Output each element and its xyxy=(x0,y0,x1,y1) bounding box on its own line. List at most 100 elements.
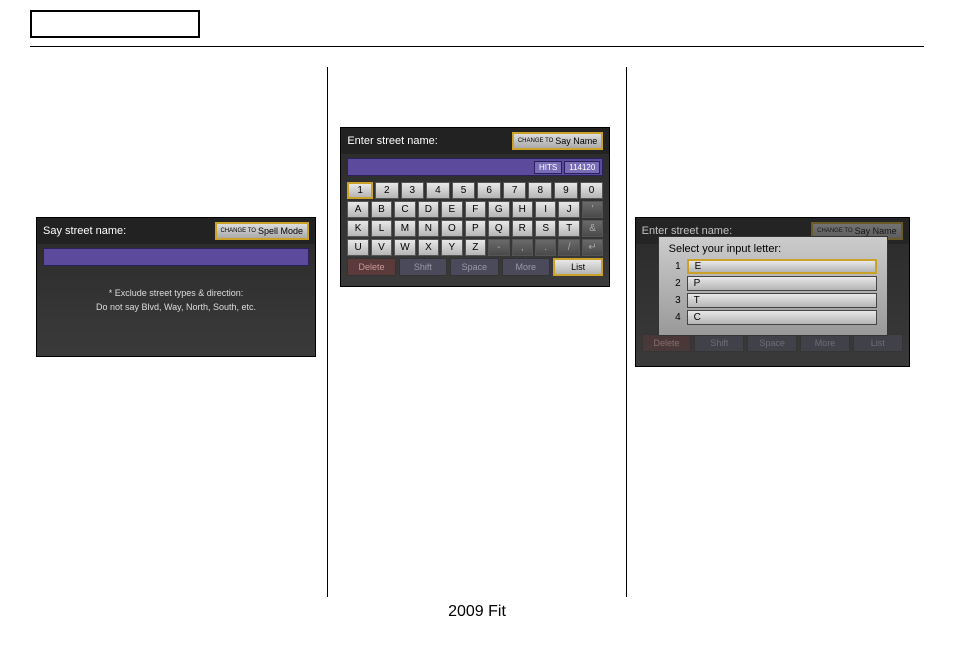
key-9[interactable]: 9 xyxy=(554,182,578,199)
input-letter-dialog: Select your input letter: 1E2P3T4C xyxy=(658,236,888,336)
nav-header: Say street name: CHANGE TO Spell Mode xyxy=(37,218,315,244)
column-3: Enter street name: CHANGE TO Say Name De… xyxy=(627,67,924,597)
key-↵[interactable]: ↵ xyxy=(582,239,603,256)
key-D[interactable]: D xyxy=(418,201,439,218)
header-placeholder-box xyxy=(30,10,200,38)
horizontal-rule xyxy=(30,46,924,47)
change-to-label: CHANGE TO xyxy=(221,228,256,234)
key-M[interactable]: M xyxy=(394,220,415,237)
key-V[interactable]: V xyxy=(371,239,392,256)
dialog-option-list: 1E2P3T4C xyxy=(669,259,877,325)
key-K[interactable]: K xyxy=(347,220,368,237)
dialog-option-number: 3 xyxy=(669,295,681,306)
dialog-option-number: 4 xyxy=(669,312,681,323)
key-J[interactable]: J xyxy=(558,201,579,218)
change-to-label: CHANGE TO xyxy=(518,138,553,144)
key-G[interactable]: G xyxy=(488,201,509,218)
key-/[interactable]: / xyxy=(558,239,579,256)
hits-badge: HITS 114120 xyxy=(534,161,600,174)
dialog-option-value: T xyxy=(687,293,877,308)
key-6[interactable]: 6 xyxy=(477,182,501,199)
nav-header: Enter street name: CHANGE TO Say Name xyxy=(341,128,609,154)
key--[interactable]: - xyxy=(488,239,509,256)
dialog-option[interactable]: 1E xyxy=(669,259,877,274)
key-Q[interactable]: Q xyxy=(488,220,509,237)
keyboard-row-3: KLMNOPQRST& xyxy=(347,220,603,237)
delete-button[interactable]: Delete xyxy=(347,258,395,276)
space-button[interactable]: Space xyxy=(450,258,498,276)
key-0[interactable]: 0 xyxy=(580,182,604,199)
list-button[interactable]: List xyxy=(553,258,603,276)
dialog-option[interactable]: 3T xyxy=(669,293,877,308)
key-W[interactable]: W xyxy=(394,239,415,256)
key-T[interactable]: T xyxy=(558,220,579,237)
column-1: Say street name: CHANGE TO Spell Mode * … xyxy=(30,67,327,597)
key-S[interactable]: S xyxy=(535,220,556,237)
key-Y[interactable]: Y xyxy=(441,239,462,256)
key-C[interactable]: C xyxy=(394,201,415,218)
key-'[interactable]: ' xyxy=(582,201,603,218)
change-to-label: CHANGE TO xyxy=(817,228,852,234)
key-1[interactable]: 1 xyxy=(347,182,373,199)
mode-label: Spell Mode xyxy=(258,226,303,236)
list-button[interactable]: List xyxy=(853,334,903,352)
key-H[interactable]: H xyxy=(512,201,533,218)
keyboard: 1234567890 ABCDEFGHIJ' KLMNOPQRST& UVWXY… xyxy=(341,180,609,282)
help-line-1: * Exclude street types & direction: xyxy=(47,286,305,300)
screen-title: Say street name: xyxy=(43,225,126,237)
nav-screen-keyboard: Enter street name: CHANGE TO Say Name HI… xyxy=(340,127,610,287)
key-B[interactable]: B xyxy=(371,201,392,218)
key-4[interactable]: 4 xyxy=(426,182,450,199)
input-bar[interactable] xyxy=(43,248,309,266)
screen-title: Enter street name: xyxy=(347,135,438,147)
keyboard-row-1: 1234567890 xyxy=(347,182,603,199)
dialog-option-value: P xyxy=(687,276,877,291)
key-3[interactable]: 3 xyxy=(401,182,425,199)
key-L[interactable]: L xyxy=(371,220,392,237)
nav-screen-dialog: Enter street name: CHANGE TO Say Name De… xyxy=(635,217,910,367)
dialog-title: Select your input letter: xyxy=(669,243,877,255)
key-7[interactable]: 7 xyxy=(503,182,527,199)
keyboard-row-2: ABCDEFGHIJ' xyxy=(347,201,603,218)
dialog-option-number: 2 xyxy=(669,278,681,289)
shift-button[interactable]: Shift xyxy=(399,258,447,276)
dialog-option-number: 1 xyxy=(669,261,681,272)
key-.[interactable]: . xyxy=(535,239,556,256)
input-bar[interactable]: HITS 114120 xyxy=(347,158,603,176)
key-2[interactable]: 2 xyxy=(375,182,399,199)
key-Z[interactable]: Z xyxy=(465,239,486,256)
key-U[interactable]: U xyxy=(347,239,368,256)
key-A[interactable]: A xyxy=(347,201,368,218)
spell-mode-button[interactable]: CHANGE TO Spell Mode xyxy=(215,222,309,240)
mode-label: Say Name xyxy=(555,136,597,146)
help-text: * Exclude street types & direction: Do n… xyxy=(37,270,315,330)
key-P[interactable]: P xyxy=(465,220,486,237)
key-I[interactable]: I xyxy=(535,201,556,218)
shift-button[interactable]: Shift xyxy=(694,334,744,352)
nav-screen-say-street: Say street name: CHANGE TO Spell Mode * … xyxy=(36,217,316,357)
key-&[interactable]: & xyxy=(582,220,603,237)
hits-label: HITS xyxy=(534,161,562,174)
help-line-2: Do not say Blvd, Way, North, South, etc. xyxy=(47,300,305,314)
space-button[interactable]: Space xyxy=(747,334,797,352)
key-R[interactable]: R xyxy=(512,220,533,237)
key-N[interactable]: N xyxy=(418,220,439,237)
say-name-button[interactable]: CHANGE TO Say Name xyxy=(512,132,603,150)
key-F[interactable]: F xyxy=(465,201,486,218)
key-5[interactable]: 5 xyxy=(452,182,476,199)
delete-button[interactable]: Delete xyxy=(642,334,692,352)
dialog-option[interactable]: 2P xyxy=(669,276,877,291)
key-O[interactable]: O xyxy=(441,220,462,237)
key-,[interactable]: , xyxy=(512,239,533,256)
more-button[interactable]: More xyxy=(502,258,550,276)
footer-text: 2009 Fit xyxy=(30,603,924,621)
key-X[interactable]: X xyxy=(418,239,439,256)
more-button[interactable]: More xyxy=(800,334,850,352)
key-E[interactable]: E xyxy=(441,201,462,218)
column-2: Enter street name: CHANGE TO Say Name HI… xyxy=(328,67,625,597)
keyboard-row-4: UVWXYZ-,./↵ xyxy=(347,239,603,256)
dialog-option-value: C xyxy=(687,310,877,325)
dialog-option-value: E xyxy=(687,259,877,274)
key-8[interactable]: 8 xyxy=(528,182,552,199)
dialog-option[interactable]: 4C xyxy=(669,310,877,325)
